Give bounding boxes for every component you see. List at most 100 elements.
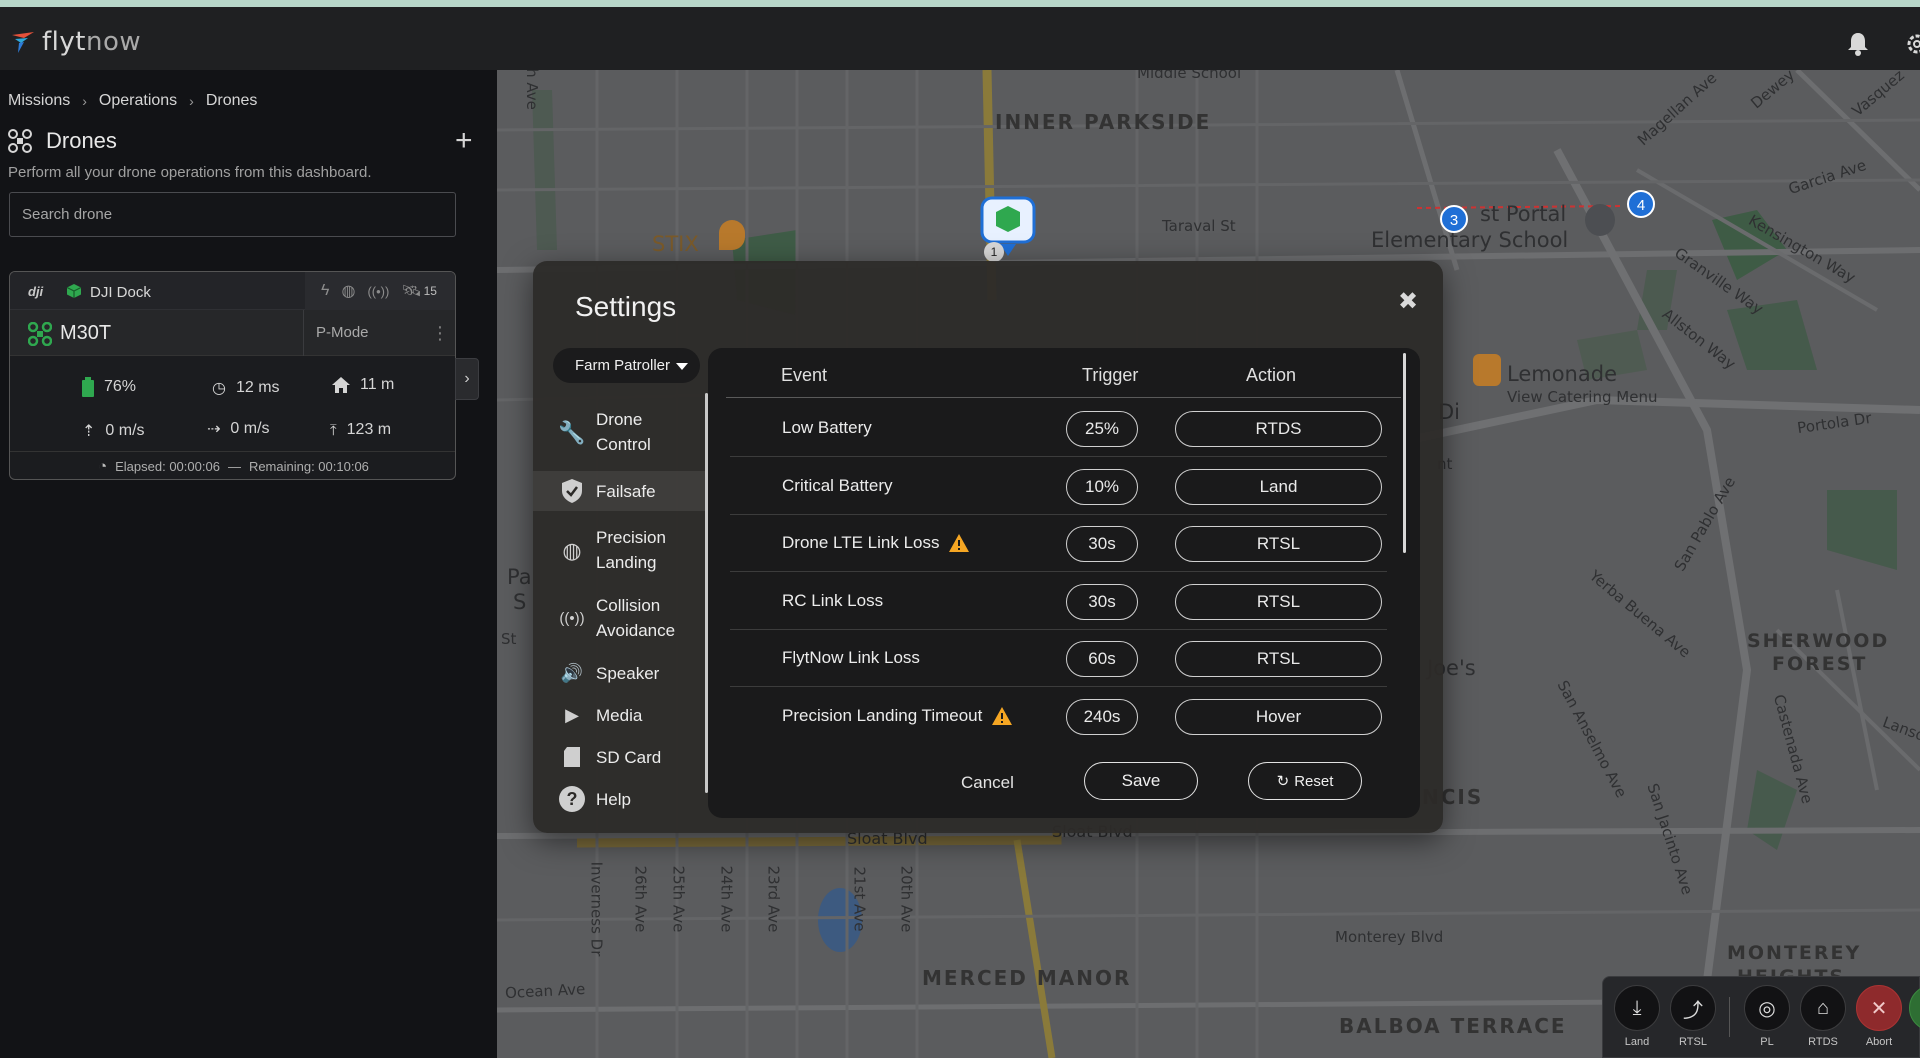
- expand-panel-button[interactable]: ›: [455, 358, 479, 400]
- action-select[interactable]: RTSL: [1175, 584, 1382, 620]
- rtsl-button[interactable]: ⤴ RTSL: [1669, 985, 1717, 1048]
- header-event: Event: [781, 365, 828, 385]
- menu-item-failsafe[interactable]: Failsafe: [533, 471, 708, 511]
- menu-item-collision-avoidance[interactable]: ((•)) Collision Avoidance: [533, 587, 708, 649]
- menu-item-speaker[interactable]: 🔊 Speaker: [533, 653, 708, 693]
- trigger-field[interactable]: 10%: [1066, 469, 1138, 505]
- map-label-s: S: [513, 590, 527, 614]
- map-label-lemonade: Lemonade: [1507, 362, 1617, 386]
- breadcrumb: Missions › Operations › Drones: [8, 92, 257, 110]
- refresh-icon: ↻: [1276, 773, 1290, 790]
- settings-title: Settings: [575, 291, 677, 322]
- waypoint-marker-3[interactable]: 3: [1440, 205, 1468, 233]
- action-select[interactable]: RTSL: [1175, 526, 1382, 562]
- action-select[interactable]: RTDS: [1175, 411, 1382, 447]
- table-row-low-battery: Low Battery 25% RTDS: [730, 400, 1387, 457]
- chevron-right-icon: ›: [464, 370, 470, 387]
- failsafe-table-header: Event Trigger Action: [726, 348, 1401, 398]
- trigger-field[interactable]: 25%: [1066, 411, 1138, 447]
- trigger-field[interactable]: 60s: [1066, 641, 1138, 677]
- land-button[interactable]: ⤓ Land: [1613, 985, 1661, 1048]
- menu-item-help[interactable]: ? Help: [533, 779, 708, 819]
- home-distance-value: 11 m: [360, 376, 395, 393]
- table-row-precision-landing-timeout: Precision Landing Timeout 240s Hover: [730, 688, 1387, 745]
- home-distance-stat: 11 m: [332, 376, 394, 394]
- trigger-field[interactable]: 240s: [1066, 699, 1138, 735]
- logo-text-part1: flyt: [42, 27, 86, 57]
- event-name: Drone LTE Link Loss: [782, 533, 970, 553]
- profile-select[interactable]: Farm Patroller: [553, 348, 700, 383]
- menu-item-label: Help: [596, 790, 631, 809]
- event-label: Drone LTE Link Loss: [782, 533, 940, 552]
- map-label-st: St: [501, 630, 517, 648]
- trigger-field[interactable]: 30s: [1066, 526, 1138, 562]
- globe-crosshair-icon: ◍: [562, 537, 582, 563]
- logo-text-part2: now: [85, 27, 142, 57]
- profile-select-value: Farm Patroller: [575, 357, 671, 374]
- close-icon[interactable]: ✖: [1398, 287, 1418, 316]
- add-drone-button[interactable]: +: [455, 126, 473, 156]
- restaurant-pin-icon: [719, 220, 745, 250]
- pl-button[interactable]: ◎ PL: [1743, 985, 1791, 1048]
- drone-name: M30T: [60, 322, 112, 344]
- drone-card[interactable]: dji DJI Dock ϟ ◍ ((•)) 🛰 15 M30T P-Mode …: [9, 271, 456, 480]
- save-button[interactable]: Save: [1084, 762, 1198, 800]
- drone-card-title-row: M30T P-Mode ⋮: [10, 310, 455, 356]
- map-label-taraval: Taraval St: [1162, 217, 1236, 235]
- trigger-field[interactable]: 30s: [1066, 584, 1138, 620]
- map-label-school-2: Elementary School: [1371, 228, 1569, 252]
- notification-bell-icon[interactable]: [1846, 31, 1870, 57]
- breadcrumb-drones: Drones: [205, 92, 258, 109]
- top-bar: flytnow: [0, 7, 1920, 70]
- pl-label: PL: [1760, 1036, 1774, 1048]
- radar-icon: ((•)): [559, 609, 585, 627]
- rtds-label: RTDS: [1808, 1036, 1838, 1048]
- event-name: Low Battery: [782, 418, 872, 438]
- menu-item-sd-card[interactable]: SD Card: [533, 737, 708, 777]
- wrench-icon: 🔧: [558, 419, 586, 445]
- menu-item-label: SD Card: [596, 748, 662, 767]
- school-pin-icon: [1585, 204, 1615, 236]
- caret-down-icon: [676, 363, 688, 370]
- restaurant-pin-icon: [1473, 354, 1501, 386]
- settings-gear-icon[interactable]: [1905, 31, 1920, 57]
- reset-button[interactable]: ↻ Reset: [1248, 762, 1362, 800]
- flight-time: ◔ Elapsed: 00:00:06 — Remaining: 00:10:0…: [10, 451, 455, 479]
- table-row-drone-lte-link-loss: Drone LTE Link Loss 30s RTSL: [730, 515, 1387, 572]
- waypoint-marker-4[interactable]: 4: [1627, 190, 1655, 218]
- action-select[interactable]: RTSL: [1175, 641, 1382, 677]
- speaker-icon: 🔊: [560, 662, 584, 683]
- more-options-icon[interactable]: ⋮: [431, 323, 449, 344]
- map-label-middle-school: Middle School: [1137, 70, 1242, 82]
- resume-button[interactable]: [1909, 985, 1920, 1031]
- abort-button[interactable]: ✕ Abort: [1855, 985, 1903, 1048]
- menu-item-label: Media: [596, 706, 643, 725]
- search-drone-input[interactable]: [9, 192, 456, 237]
- breadcrumb-missions[interactable]: Missions: [8, 92, 70, 110]
- drone-card-header: dji DJI Dock ϟ ◍ ((•)) 🛰 15: [10, 272, 455, 310]
- menu-item-precision-landing[interactable]: ◍ Precision Landing: [533, 519, 708, 581]
- event-label: FlytNow Link Loss: [782, 648, 920, 667]
- rtds-button[interactable]: ⌂ RTDS: [1799, 985, 1847, 1048]
- table-scrollbar[interactable]: [1403, 353, 1406, 553]
- breadcrumb-operations[interactable]: Operations: [99, 92, 177, 110]
- shield-check-icon: [562, 479, 582, 503]
- elapsed-time: Elapsed: 00:00:06: [115, 459, 220, 474]
- waypoint-marker-1[interactable]: 1: [984, 242, 1004, 262]
- menu-item-drone-control[interactable]: 🔧 Drone Control: [533, 401, 708, 463]
- header-action: Action: [1246, 365, 1297, 385]
- battery-icon: [82, 377, 94, 397]
- rtsl-label: RTSL: [1679, 1036, 1707, 1048]
- failsafe-panel: Event Trigger Action Low Battery 25% RTD…: [708, 348, 1420, 818]
- menu-item-media[interactable]: ▶ Media: [533, 695, 708, 735]
- drones-header: Drones: [8, 128, 117, 154]
- action-select[interactable]: Land: [1175, 469, 1382, 505]
- action-select[interactable]: Hover: [1175, 699, 1382, 735]
- map-label-24th-ave: 24th Ave: [717, 865, 736, 933]
- app-logo[interactable]: flytnow: [10, 27, 141, 57]
- resume-icon: [1909, 985, 1920, 1031]
- breadcrumb-chevron-icon: ›: [189, 93, 194, 109]
- cancel-button[interactable]: Cancel: [961, 773, 1014, 793]
- vertical-speed-icon: ⇡: [82, 423, 96, 440]
- event-label: Precision Landing Timeout: [782, 706, 983, 725]
